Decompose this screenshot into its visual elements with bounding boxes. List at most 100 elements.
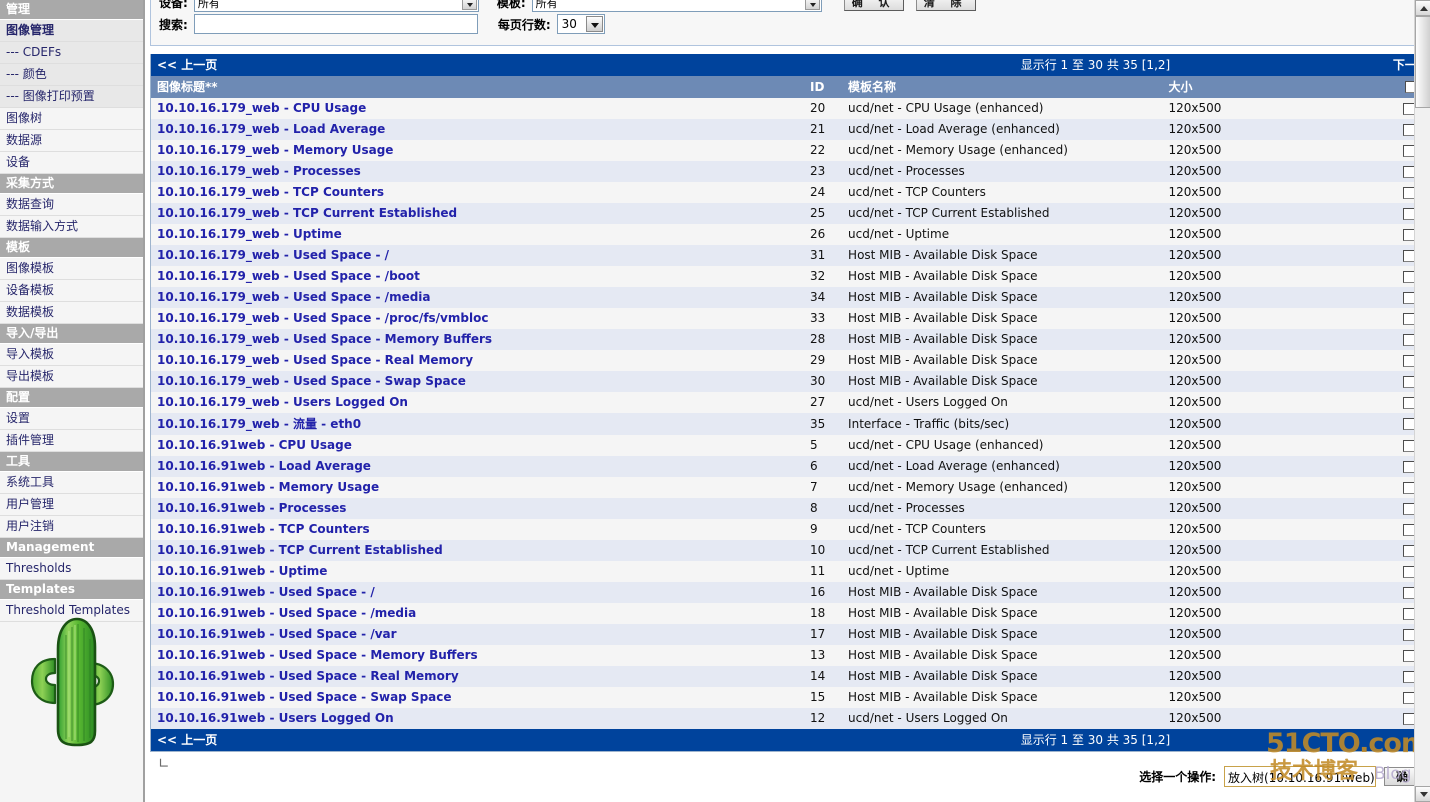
sidebar-item-settings[interactable]: 设置 (0, 408, 143, 430)
table-row[interactable]: 10.10.16.91web - TCP Counters 9 ucd/net - … (151, 519, 1421, 540)
go-button[interactable]: 确 认 (843, 0, 904, 11)
column-header-id[interactable]: ID (804, 76, 843, 98)
sidebar-item-user-management[interactable]: 用户管理 (0, 494, 143, 516)
table-row[interactable]: 10.10.16.179_web - Processes 23 ucd/net - … (151, 161, 1421, 182)
graph-title-link[interactable]: 10.10.16.91web - Used Space - Real Memor… (157, 669, 459, 683)
sidebar-item-system-utilities[interactable]: 系统工具 (0, 472, 143, 494)
pagination-status-top: 显示行 1 至 30 共 35 [1,2] (804, 54, 1387, 76)
table-row[interactable]: 10.10.16.179_web - Used Space - Swap Spa… (151, 371, 1421, 392)
sidebar-item-data-input-methods[interactable]: 数据输入方式 (0, 216, 143, 238)
graph-title-link[interactable]: 10.10.16.179_web - Uptime (157, 227, 342, 241)
graph-title-link[interactable]: 10.10.16.91web - Memory Usage (157, 480, 379, 494)
graph-title-link[interactable]: 10.10.16.179_web - Users Logged On (157, 395, 408, 409)
page-scrollbar[interactable] (1414, 0, 1430, 802)
template-filter-select[interactable]: 所有 (531, 0, 822, 12)
graph-title-link[interactable]: 10.10.16.91web - TCP Counters (157, 522, 370, 536)
graph-title-link[interactable]: 10.10.16.179_web - TCP Counters (157, 185, 384, 199)
table-row[interactable]: 10.10.16.91web - Used Space - /media 18 Ho… (151, 603, 1421, 624)
sidebar-item-export-templates[interactable]: 导出模板 (0, 366, 143, 388)
table-row[interactable]: 10.10.16.179_web - Memory Usage 22 ucd/net… (151, 140, 1421, 161)
sidebar-item-data-queries[interactable]: 数据查询 (0, 194, 143, 216)
clear-button[interactable]: 清 除 (915, 0, 976, 11)
graph-title-link[interactable]: 10.10.16.91web - Uptime (157, 564, 327, 578)
graph-title-link[interactable]: 10.10.16.91web - Used Space - /media (157, 606, 416, 620)
search-input[interactable] (193, 14, 478, 34)
table-row[interactable]: 10.10.16.179_web - Users Logged On 27 ucd/… (151, 392, 1421, 413)
table-row[interactable]: 10.10.16.179_web - Used Space - /proc/fs… (151, 308, 1421, 329)
graph-title-link[interactable]: 10.10.16.179_web - Used Space - Memory B… (157, 332, 492, 346)
graph-title-link[interactable]: 10.10.16.91web - Users Logged On (157, 711, 394, 725)
table-row[interactable]: 10.10.16.91web - Used Space - / 16 Host MI… (151, 582, 1421, 603)
rows-per-page-select[interactable]: 30 (556, 14, 605, 34)
table-row[interactable]: 10.10.16.91web - Memory Usage 7 ucd/net - … (151, 477, 1421, 498)
sidebar-item-cdefs[interactable]: --- CDEFs (0, 42, 143, 64)
graph-title-link[interactable]: 10.10.16.179_web - Load Average (157, 122, 385, 136)
table-row[interactable]: 10.10.16.91web - Used Space - /var 17 Host… (151, 624, 1421, 645)
table-row[interactable]: 10.10.16.179_web - TCP Current Establish… (151, 203, 1421, 224)
table-row[interactable]: 10.10.16.91web - Used Space - Memory Buf… (151, 645, 1421, 666)
table-row[interactable]: 10.10.16.91web - Load Average 6 ucd/net - … (151, 456, 1421, 477)
graph-title-link[interactable]: 10.10.16.91web - Used Space - Memory Buf… (157, 648, 478, 662)
table-row[interactable]: 10.10.16.179_web - Used Space - /boot 32 H… (151, 266, 1421, 287)
scroll-thumb[interactable] (1415, 16, 1430, 108)
graph-title-link[interactable]: 10.10.16.91web - Used Space - Swap Space (157, 690, 452, 704)
table-row[interactable]: 10.10.16.91web - TCP Current Established… (151, 540, 1421, 561)
scroll-down-button[interactable] (1415, 786, 1430, 802)
table-row[interactable]: 10.10.16.91web - Used Space - Swap Space… (151, 687, 1421, 708)
graph-title-link[interactable]: 10.10.16.91web - Used Space - /var (157, 627, 397, 641)
table-row[interactable]: 10.10.16.179_web - Used Space - / 31 Host … (151, 245, 1421, 266)
graph-title-link[interactable]: 10.10.16.179_web - CPU Usage (157, 101, 366, 115)
graph-size-cell: 120x500 (1162, 245, 1387, 266)
table-row[interactable]: 10.10.16.91web - CPU Usage 5 ucd/net - CPU… (151, 435, 1421, 456)
graph-title-link[interactable]: 10.10.16.179_web - Used Space - Swap Spa… (157, 374, 466, 388)
graph-title-link[interactable]: 10.10.16.179_web - Used Space - Real Mem… (157, 353, 473, 367)
table-row[interactable]: 10.10.16.179_web - CPU Usage 20 ucd/net - … (151, 98, 1421, 119)
graph-title-link[interactable]: 10.10.16.179_web - Processes (157, 164, 361, 178)
table-row[interactable]: 10.10.16.179_web - Load Average 21 ucd/net… (151, 119, 1421, 140)
sidebar-item-gprint-presets[interactable]: --- 图像打印预置 (0, 86, 143, 108)
table-row[interactable]: 10.10.16.179_web - TCP Counters 24 ucd/net… (151, 182, 1421, 203)
sidebar-item-colors[interactable]: --- 颜色 (0, 64, 143, 86)
graph-title-link[interactable]: 10.10.16.179_web - Used Space - /media (157, 290, 431, 304)
sidebar-item-import-templates[interactable]: 导入模板 (0, 344, 143, 366)
graph-title-link[interactable]: 10.10.16.179_web - Used Space - /boot (157, 269, 420, 283)
prev-page-link-bottom[interactable]: << 上一页 (151, 729, 804, 751)
graph-title-link[interactable]: 10.10.16.179_web - Used Space - / (157, 248, 389, 262)
table-row[interactable]: 10.10.16.91web - Processes 8 ucd/net - Pro… (151, 498, 1421, 519)
column-header-size[interactable]: 大小 (1162, 76, 1387, 98)
graph-title-link[interactable]: 10.10.16.91web - TCP Current Established (157, 543, 443, 557)
graph-title-link[interactable]: 10.10.16.91web - CPU Usage (157, 438, 352, 452)
column-header-template[interactable]: 模板名称 (842, 76, 1163, 98)
graph-title-link[interactable]: 10.10.16.179_web - TCP Current Establish… (157, 206, 457, 220)
graph-title-link[interactable]: 10.10.16.179_web - Used Space - /proc/fs… (157, 311, 488, 325)
scroll-up-button[interactable] (1415, 0, 1430, 16)
table-row[interactable]: 10.10.16.179_web - Used Space - Memory B… (151, 329, 1421, 350)
graph-title-link[interactable]: 10.10.16.179_web - 流量 - eth0 (157, 417, 361, 431)
prev-page-link-top[interactable]: << 上一页 (151, 54, 804, 76)
table-row[interactable]: 10.10.16.179_web - Used Space - Real Mem… (151, 350, 1421, 371)
sidebar-item-data-sources[interactable]: 数据源 (0, 130, 143, 152)
sidebar-item-host-templates[interactable]: 设备模板 (0, 280, 143, 302)
graph-template-cell: ucd/net - Memory Usage (enhanced) (842, 140, 1163, 161)
table-row[interactable]: 10.10.16.91web - Users Logged On 12 ucd/ne… (151, 708, 1421, 729)
sidebar-item-thresholds[interactable]: Thresholds (0, 558, 143, 580)
device-filter-select[interactable]: 所有 (193, 0, 479, 12)
action-select[interactable]: 放入树(10.10.16.91:web) (1224, 766, 1376, 787)
sidebar-item-devices[interactable]: 设备 (0, 152, 143, 174)
table-row[interactable]: 10.10.16.91web - Uptime 11 ucd/net - Uptim… (151, 561, 1421, 582)
graph-title-link[interactable]: 10.10.16.179_web - Memory Usage (157, 143, 393, 157)
sidebar-item-graph-templates[interactable]: 图像模板 (0, 258, 143, 280)
table-row[interactable]: 10.10.16.179_web - 流量 - eth0 35 Interface … (151, 413, 1421, 435)
sidebar-item-plugin-management[interactable]: 插件管理 (0, 430, 143, 452)
graph-title-link[interactable]: 10.10.16.91web - Used Space - / (157, 585, 375, 599)
sidebar-item-graph-management[interactable]: 图像管理 (0, 20, 143, 42)
sidebar-item-data-templates[interactable]: 数据模板 (0, 302, 143, 324)
graph-title-link[interactable]: 10.10.16.91web - Load Average (157, 459, 371, 473)
table-row[interactable]: 10.10.16.179_web - Uptime 26 ucd/net - Upt… (151, 224, 1421, 245)
table-row[interactable]: 10.10.16.179_web - Used Space - /media 34… (151, 287, 1421, 308)
graph-title-link[interactable]: 10.10.16.91web - Processes (157, 501, 346, 515)
column-header-title[interactable]: 图像标题** (151, 76, 804, 98)
sidebar-item-graph-trees[interactable]: 图像树 (0, 108, 143, 130)
table-row[interactable]: 10.10.16.91web - Used Space - Real Memor… (151, 666, 1421, 687)
sidebar-item-logout-user[interactable]: 用户注销 (0, 516, 143, 538)
